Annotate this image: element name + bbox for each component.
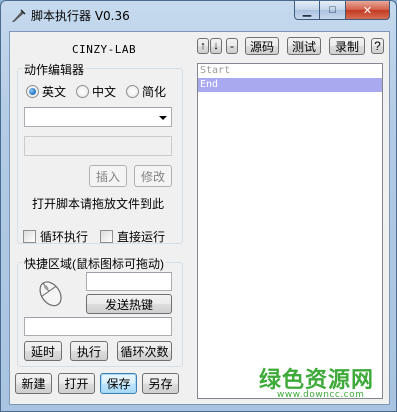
- save-as-button-label: 另存: [148, 377, 173, 391]
- loop-count-button-label: 循环次数: [120, 344, 169, 359]
- radio-chinese-label: 中文: [92, 85, 117, 99]
- move-up-button[interactable]: ↑: [197, 38, 209, 54]
- modify-button-label: 修改: [140, 169, 165, 184]
- window-controls: ▁ □ ✕: [294, 1, 390, 21]
- script-listbox[interactable]: Start End: [197, 63, 383, 399]
- test-button-label: 测试: [291, 39, 316, 54]
- save-as-button[interactable]: 另存: [142, 373, 179, 394]
- drop-hint-text: 打开脚本请拖放文件到此: [32, 197, 165, 211]
- chevron-down-icon[interactable]: [159, 116, 167, 120]
- action-combobox[interactable]: [24, 107, 172, 127]
- param-field[interactable]: [24, 136, 172, 156]
- modify-button[interactable]: 修改: [134, 165, 172, 187]
- brand-label: CINZY-LAB: [72, 43, 137, 56]
- help-button[interactable]: ?: [371, 38, 384, 54]
- loop-count-button[interactable]: 循环次数: [117, 341, 172, 361]
- radio-english-dot[interactable]: [26, 85, 39, 98]
- quick-text-field[interactable]: [24, 317, 172, 336]
- record-button[interactable]: 录制: [329, 37, 365, 55]
- app-window: 脚本执行器 V0.36 ▁ □ ✕ CINZY-LAB ↑ ↓ - 源码 测试 …: [0, 0, 397, 412]
- minimize-button[interactable]: ▁: [294, 1, 320, 20]
- loop-checkbox-label: 循环执行: [40, 230, 89, 244]
- insert-button[interactable]: 插入: [89, 165, 127, 187]
- execute-button[interactable]: 执行: [70, 341, 108, 361]
- watermark-url: www.downcc.com: [277, 390, 365, 400]
- script-feather-icon: [12, 9, 26, 22]
- source-button[interactable]: 源码: [245, 37, 279, 55]
- source-button-label: 源码: [249, 39, 274, 54]
- open-button-label: 打开: [64, 377, 89, 391]
- hotkey-group-title: 快捷区域(鼠标图标可拖动): [22, 255, 166, 272]
- test-button[interactable]: 测试: [287, 37, 321, 55]
- delay-button[interactable]: 延时: [24, 341, 62, 361]
- radio-simplified-dot[interactable]: [126, 85, 139, 98]
- open-button[interactable]: 打开: [58, 373, 95, 394]
- mouse-icon[interactable]: [34, 276, 66, 310]
- direct-run-checkbox-label: 直接运行: [117, 230, 166, 244]
- send-hotkey-button-label: 发送热键: [104, 297, 153, 312]
- radio-chinese[interactable]: 中文: [76, 83, 116, 100]
- list-item[interactable]: End: [198, 78, 382, 92]
- window-title: 脚本执行器 V0.36: [31, 9, 130, 23]
- radio-simplified[interactable]: 简化: [126, 83, 166, 100]
- maximize-button[interactable]: □: [320, 1, 346, 20]
- send-hotkey-button[interactable]: 发送热键: [86, 294, 172, 314]
- delete-line-button[interactable]: -: [226, 38, 238, 54]
- insert-button-label: 插入: [95, 169, 120, 184]
- move-down-button[interactable]: ↓: [210, 38, 222, 54]
- arrow-down-icon: ↓: [213, 40, 219, 52]
- minus-icon: -: [230, 39, 234, 53]
- title-bar[interactable]: 脚本执行器 V0.36 ▁ □ ✕: [1, 1, 396, 31]
- loop-checkbox[interactable]: 循环执行: [23, 228, 88, 245]
- execute-button-label: 执行: [76, 344, 101, 359]
- help-icon: ?: [374, 39, 381, 53]
- arrow-up-icon: ↑: [200, 40, 206, 52]
- radio-english-label: 英文: [42, 85, 67, 99]
- new-button-label: 新建: [21, 377, 46, 391]
- action-editor-title: 动作编辑器: [22, 61, 87, 78]
- radio-english[interactable]: 英文: [26, 83, 66, 100]
- minimize-icon: ▁: [302, 4, 312, 17]
- delay-button-label: 延时: [30, 344, 55, 359]
- client-area: CINZY-LAB ↑ ↓ - 源码 测试 录制 ? 动作编辑器 英文 中文 简…: [9, 31, 390, 405]
- record-button-label: 录制: [334, 39, 359, 54]
- radio-simplified-label: 简化: [142, 85, 167, 99]
- maximize-icon: □: [329, 4, 336, 16]
- direct-run-checkbox-box[interactable]: [100, 230, 113, 243]
- direct-run-checkbox[interactable]: 直接运行: [100, 228, 165, 245]
- radio-chinese-dot[interactable]: [76, 85, 89, 98]
- list-item[interactable]: Start: [198, 64, 382, 78]
- new-button[interactable]: 新建: [15, 373, 52, 394]
- loop-checkbox-box[interactable]: [23, 230, 36, 243]
- close-button[interactable]: ✕: [346, 1, 390, 20]
- close-icon: ✕: [362, 4, 373, 17]
- hotkey-field[interactable]: [86, 272, 172, 291]
- save-button[interactable]: 保存: [100, 373, 137, 394]
- save-button-label: 保存: [106, 377, 131, 391]
